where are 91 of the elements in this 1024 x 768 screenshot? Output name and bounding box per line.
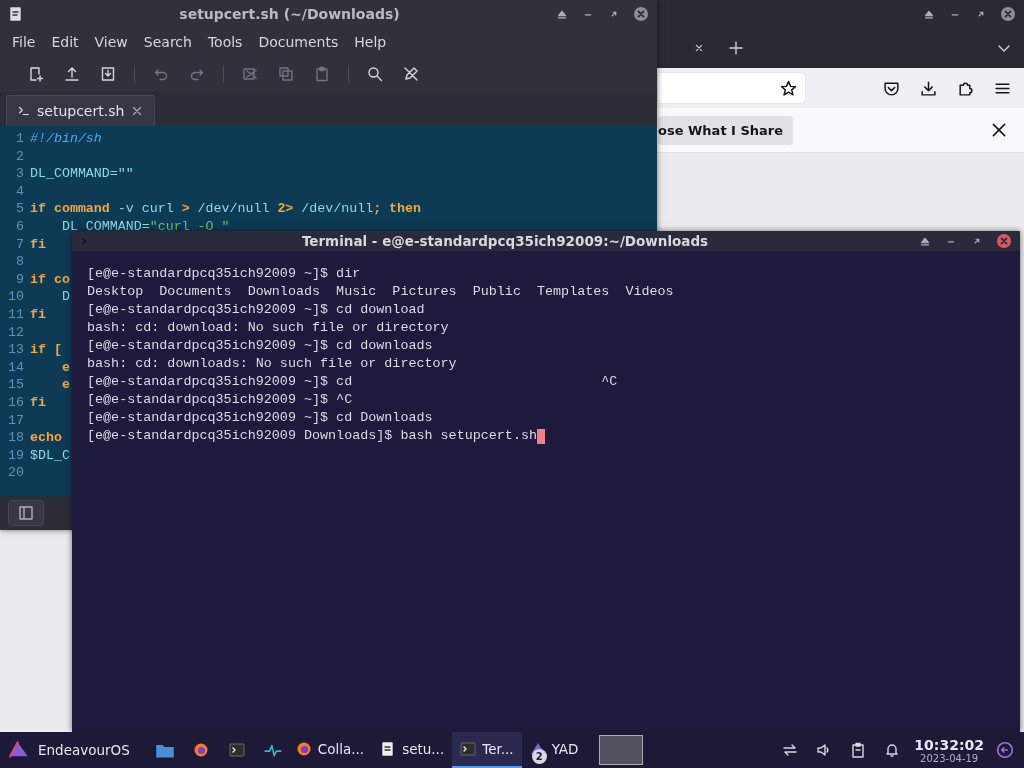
network-arrows-icon[interactable]	[782, 742, 799, 758]
terminal-line: [e@e-standardpcq35ich92009 Downloads]$ bash setupcert.sh	[87, 427, 537, 445]
start-menu-button[interactable]: EndeavourOS	[0, 732, 138, 768]
save-icon	[100, 66, 116, 82]
tab-label: setupcert.sh	[37, 103, 125, 119]
line-number: 16	[7, 393, 25, 412]
terminal-line: bash: cd: download: No such file or directory	[87, 319, 449, 337]
menu-item[interactable]: Edit	[43, 31, 87, 53]
terminal-line: [e@e-standardpcq35ich92009 ~]$ cd download	[87, 301, 425, 319]
taskbar-task[interactable]: 2 YAD	[521, 732, 587, 768]
fox-globe-icon	[192, 742, 209, 758]
new-file-icon	[28, 66, 44, 82]
taskbar-task[interactable]: Ter...	[452, 732, 522, 768]
file-tab[interactable]: setupcert.sh	[6, 95, 156, 126]
terminal-line: [e@e-standardpcq35ich92009 ~]$ cd downloads	[87, 337, 433, 355]
workspace-pager[interactable]	[598, 735, 643, 765]
line-number: 7	[15, 235, 25, 254]
choose-share-button[interactable]: ose What I Share	[658, 115, 794, 145]
sidebar-icon	[18, 505, 34, 521]
code-line: if co	[30, 270, 70, 289]
line-number: 10	[7, 288, 25, 306]
menu-item[interactable]: Documents	[250, 31, 347, 53]
line-number: 5	[15, 200, 25, 218]
clipboard-icon	[314, 66, 330, 82]
terminal-file-icon	[17, 104, 31, 118]
line-number: 4	[15, 182, 25, 201]
terminal-line: [e@e-standardpcq35ich92009 ~]$ cd Downloads	[87, 409, 433, 427]
terminal-icon	[228, 742, 245, 758]
line-number: 8	[15, 253, 25, 271]
count-badge: 2	[531, 749, 547, 764]
power-icon[interactable]	[996, 741, 1014, 759]
code-line: e	[60, 358, 70, 377]
window-title: setupcert.sh (~/Downloads)	[178, 6, 401, 22]
line-number: 6	[15, 217, 25, 236]
sidebar-toggle-button[interactable]	[8, 500, 44, 526]
code-line: if [	[30, 341, 62, 359]
code-line: fi	[30, 305, 46, 324]
menu-item[interactable]: Tools	[199, 31, 251, 53]
line-number: 2	[15, 147, 25, 166]
menu-item[interactable]: Help	[346, 31, 395, 53]
search-icon	[367, 66, 383, 82]
window-title: Terminal - e@e-standardpcq35ich92009:~/Downloads	[300, 233, 710, 249]
line-number: 20	[7, 464, 25, 482]
line-number: 1	[15, 130, 25, 148]
line-number: 15	[7, 376, 25, 394]
taskbar-task[interactable]: setu...	[372, 732, 453, 768]
line-number: 14	[7, 358, 25, 377]
code-line: DL_COMMAND="curl -O "	[60, 217, 230, 236]
pen-icon	[403, 66, 419, 82]
terminal-line: bash: cd: downloads: No such file or directory	[87, 355, 457, 373]
code-line: $DL_C	[30, 446, 70, 465]
terminal-line: Desktop Documents Downloads Music Pictures Public Templates Videos	[87, 283, 674, 301]
text-cursor	[537, 428, 545, 444]
terminal-line: [e@e-standardpcq35ich92009 ~]$ cd ^C	[87, 373, 618, 391]
code-line: D	[60, 288, 70, 306]
star-icon[interactable]	[780, 79, 797, 97]
line-number: 9	[15, 270, 25, 289]
puzzle-piece-icon[interactable]	[957, 79, 974, 97]
menu-item[interactable]: View	[86, 31, 136, 53]
line-number: 11	[7, 305, 25, 324]
line-number: 17	[7, 411, 25, 430]
terminal-icon	[460, 741, 477, 757]
new-tab-icon[interactable]	[728, 40, 744, 56]
clock-date: 2023-04-19	[920, 752, 979, 764]
line-number: 13	[7, 341, 25, 359]
clock-time: 10:32:02	[914, 736, 984, 753]
clipboard-icon[interactable]	[850, 742, 867, 758]
line-number: 12	[7, 323, 25, 342]
notepad-icon	[8, 6, 24, 22]
terminal-line: [e@e-standardpcq35ich92009 ~]$ dir	[87, 265, 361, 283]
line-number: 18	[7, 429, 25, 447]
triangle-logo-icon	[8, 740, 30, 760]
code-line: #!/bin/sh	[30, 130, 102, 148]
code-line: if command -v curl > /dev/null 2> /dev/null; then	[30, 200, 422, 218]
upload-icon	[64, 66, 80, 82]
copy-icon	[278, 66, 294, 82]
code-line: DL_COMMAND=""	[30, 165, 134, 183]
close-icon[interactable]	[990, 121, 1008, 139]
menu-item[interactable]: File	[4, 31, 44, 53]
taskbar-task[interactable]: Colla...	[287, 732, 373, 768]
line-number: 19	[7, 446, 25, 465]
terminal-line: [e@e-standardpcq35ich92009 ~]$ ^C	[87, 391, 353, 409]
code-line: echo	[30, 429, 62, 447]
pocket-icon[interactable]	[883, 79, 900, 97]
download-icon[interactable]	[920, 79, 937, 97]
menu-item[interactable]: Search	[135, 31, 200, 53]
code-line: fi	[30, 235, 46, 254]
code-line: fi	[30, 393, 46, 412]
fox-globe-icon	[295, 741, 312, 757]
code-line: e	[60, 376, 70, 394]
line-number: 3	[15, 165, 25, 183]
